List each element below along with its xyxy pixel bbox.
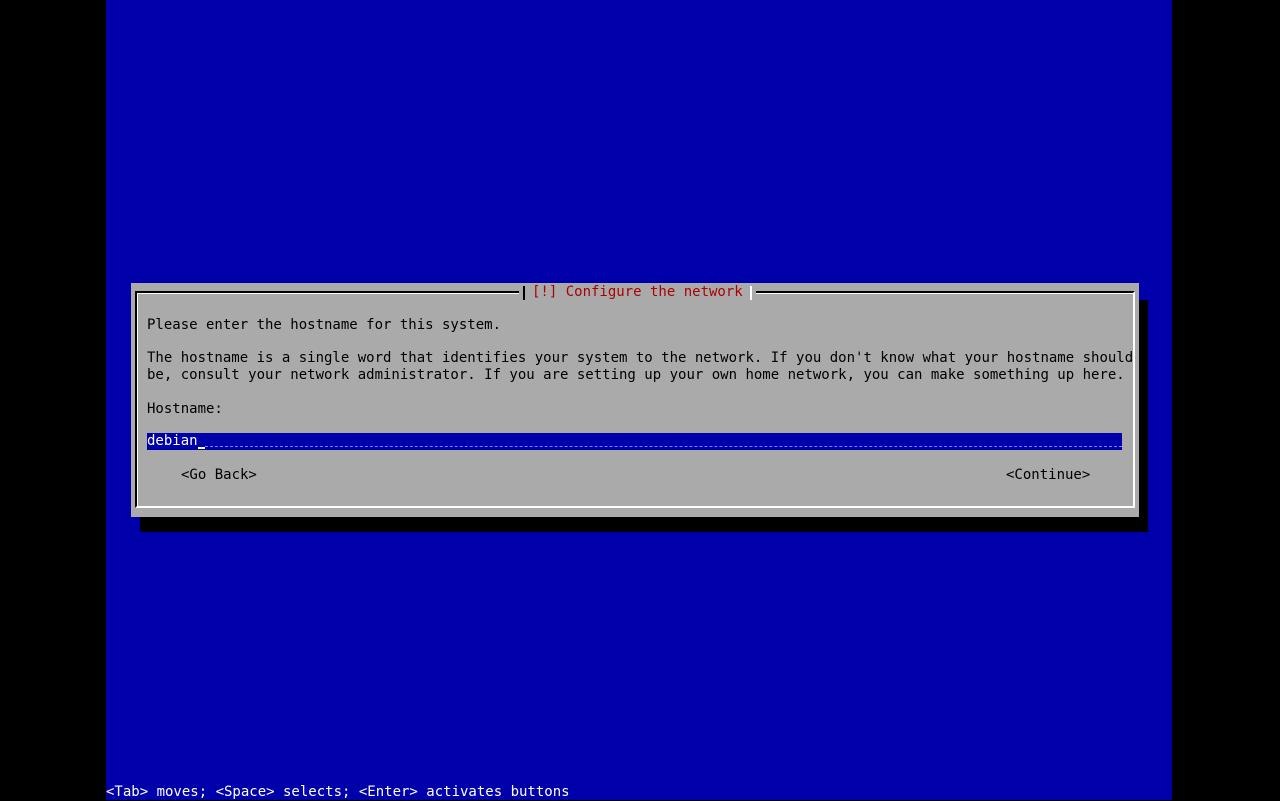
description-line-2: be, consult your network administrator. … bbox=[147, 367, 1125, 383]
hostname-prompt: Please enter the hostname for this syste… bbox=[147, 317, 502, 333]
title-left-tick bbox=[523, 285, 525, 300]
go-back-button[interactable]: <Go Back> bbox=[181, 467, 257, 484]
hostname-label: Hostname: bbox=[147, 401, 223, 417]
keyboard-help-bar: <Tab> moves; <Space> selects; <Enter> ac… bbox=[106, 784, 570, 800]
dialog-title-bar: [!] Configure the network bbox=[519, 284, 756, 301]
continue-button[interactable]: <Continue> bbox=[1006, 467, 1090, 484]
hostname-input-value: debian bbox=[147, 433, 198, 449]
text-cursor bbox=[198, 447, 205, 449]
hostname-input[interactable]: debian bbox=[147, 433, 1122, 450]
title-right-tick bbox=[749, 285, 752, 300]
input-underline bbox=[205, 446, 1122, 447]
description-line-1: The hostname is a single word that ident… bbox=[147, 350, 1134, 366]
installer-screen: [!] Configure the network Please enter t… bbox=[106, 0, 1172, 800]
dialog-title: [!] Configure the network bbox=[532, 284, 743, 300]
